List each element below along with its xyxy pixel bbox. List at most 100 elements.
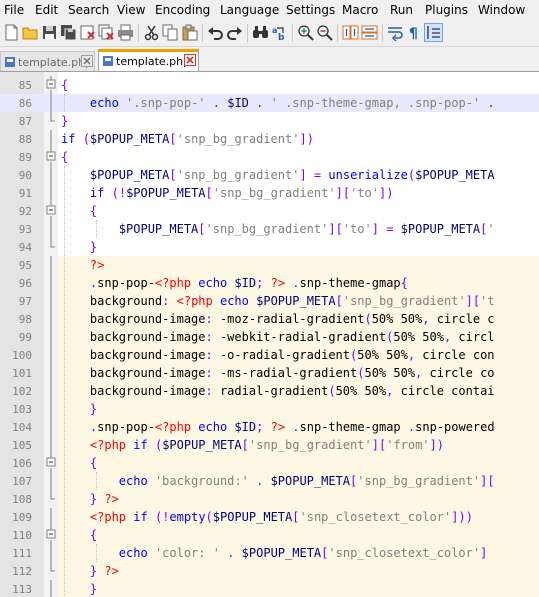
toolbar-separator [337,24,338,42]
menu-plugins[interactable]: Plugins [425,3,468,17]
redo-icon[interactable] [226,24,243,41]
menu-view[interactable]: View [117,3,145,17]
code-line[interactable]: 109 <?php if (!empty($POPUP_META['snp_cl… [0,508,539,526]
code-line[interactable]: 87} [0,112,539,130]
toolbar: ab ¶ [0,20,539,47]
menu-encoding[interactable]: Encoding [155,3,210,17]
indent-guide [96,472,97,490]
code-line[interactable]: 95 ?> [0,256,539,274]
code-text: { [89,204,98,218]
sync-vertical-icon[interactable] [342,24,359,41]
zoom-out-icon[interactable] [316,24,333,41]
menu-bar: File Edit Search View Encoding Language … [0,0,539,20]
tab-bar: template.php template.php [0,47,539,71]
code-line[interactable]: 88 if ($POPUP_META['snp_bg_gradient']) [0,130,539,148]
code-line[interactable]: 102 background-image: radial-gradient(50… [0,382,539,400]
word-wrap-icon[interactable] [387,24,404,41]
code-text: <?php if (!empty($POPUP_META['snp_closet… [89,510,473,524]
code-line[interactable]: 104 .snp-pop-<?php echo $ID; ?> .snp-the… [0,418,539,436]
code-line[interactable]: 101 background-image: -ms-radial-gradien… [0,364,539,382]
fold-line-icon [46,562,56,580]
code-text: } [89,582,98,596]
line-number: 93 [18,223,32,236]
code-editor[interactable]: 85 {86 echo '.snp-pop-' . $ID . ' .snp-th… [0,71,539,597]
indent-guide-icon[interactable] [424,23,443,42]
code-text: { [61,78,69,92]
code-line[interactable]: 100 background-image: -o-radial-gradient… [0,346,539,364]
fold-line-icon [46,508,56,526]
code-line[interactable]: 110 { [0,526,539,544]
php-block-shading [58,490,539,508]
line-number: 100 [12,349,32,362]
code-line[interactable]: 97 background: <?php echo $POPUP_META['s… [0,292,539,310]
fold-toggle-icon[interactable] [46,526,56,544]
copy-icon[interactable] [162,24,179,41]
code-text: if ($POPUP_META['snp_bg_gradient']) [61,132,314,146]
tab-template-php-active[interactable]: template.php [98,49,199,71]
code-line[interactable]: 105 <?php if ($POPUP_META['snp_bg_gradie… [0,436,539,454]
new-file-icon[interactable] [3,24,20,41]
open-file-icon[interactable] [22,24,39,41]
line-number: 108 [12,493,32,506]
undo-icon[interactable] [207,24,224,41]
code-line[interactable]: 112 } ?> [0,562,539,580]
code-line[interactable]: 94 } [0,238,539,256]
code-line[interactable]: 108 } ?> [0,490,539,508]
code-line[interactable]: 98 background-image: -moz-radial-gradien… [0,310,539,328]
code-text: $POPUP_META['snp_bg_gradient'] = unseria… [89,168,495,182]
menu-macro[interactable]: Macro [342,3,378,17]
tab-template-php-inactive[interactable]: template.php [0,51,95,71]
menu-settings[interactable]: Settings [286,3,335,17]
fold-toggle-icon[interactable] [46,76,56,94]
code-line[interactable]: 90 $POPUP_META['snp_bg_gradient'] = unse… [0,166,539,184]
code-line[interactable]: 107 echo 'background:' . $POPUP_META['sn… [0,472,539,490]
menu-file[interactable]: File [4,3,24,17]
line-number: 101 [12,367,32,380]
find-icon[interactable] [252,24,269,41]
fold-toggle-icon[interactable] [46,148,56,166]
cut-icon[interactable] [143,24,160,41]
code-line[interactable]: 91 if (!$POPUP_META['snp_bg_gradient']['… [0,184,539,202]
fold-line-icon [46,490,56,508]
code-line[interactable]: 103 } [0,400,539,418]
print-icon[interactable] [117,24,134,41]
indent-guide [96,220,97,238]
sync-horizontal-icon[interactable] [361,24,378,41]
code-line[interactable]: 93 $POPUP_META['snp_bg_gradient']['to'] … [0,220,539,238]
code-text: background-image: radial-gradient(50% 50… [61,384,495,398]
menu-run[interactable]: Run [390,3,413,17]
replace-icon[interactable]: ab [271,24,288,41]
code-line[interactable]: 113 } [0,580,539,597]
close-all-icon[interactable] [98,24,115,41]
code-text: background: <?php echo $POPUP_META['snp_… [61,294,495,308]
code-line[interactable]: 89 { [0,148,539,166]
fold-toggle-icon[interactable] [46,202,56,220]
code-text: } ?> [89,492,119,506]
code-line[interactable]: 92 { [0,202,539,220]
menu-search[interactable]: Search [68,3,109,17]
code-text: } [89,402,98,416]
save-all-icon[interactable] [60,24,77,41]
save-icon[interactable] [41,24,58,41]
code-line[interactable]: 86 echo '.snp-pop-' . $ID . ' .snp-theme… [0,94,539,112]
show-all-chars-icon[interactable]: ¶ [406,24,423,41]
close-tab-icon[interactable] [81,55,93,67]
fold-toggle-icon[interactable] [46,454,56,472]
line-number: 110 [12,529,32,542]
code-line[interactable]: 85 { [0,76,539,94]
close-icon[interactable] [79,24,96,41]
fold-line-icon [46,256,56,274]
fold-line-icon [46,238,56,256]
menu-edit[interactable]: Edit [35,3,58,17]
code-line[interactable]: 99 background-image: -webkit-radial-grad… [0,328,539,346]
code-line[interactable]: 106 { [0,454,539,472]
code-line[interactable]: 111 echo 'color: ' . $POPUP_META['snp_cl… [0,544,539,562]
close-tab-icon[interactable] [184,54,196,66]
code-line[interactable]: 96 .snp-pop-<?php echo $ID; ?> .snp-them… [0,274,539,292]
menu-language[interactable]: Language [220,3,279,17]
paste-icon[interactable] [181,24,198,41]
fold-line-icon [46,382,56,400]
menu-window[interactable]: Window [478,3,525,17]
zoom-in-icon[interactable] [297,24,314,41]
code-text: background-image: -moz-radial-gradient(5… [61,312,495,326]
